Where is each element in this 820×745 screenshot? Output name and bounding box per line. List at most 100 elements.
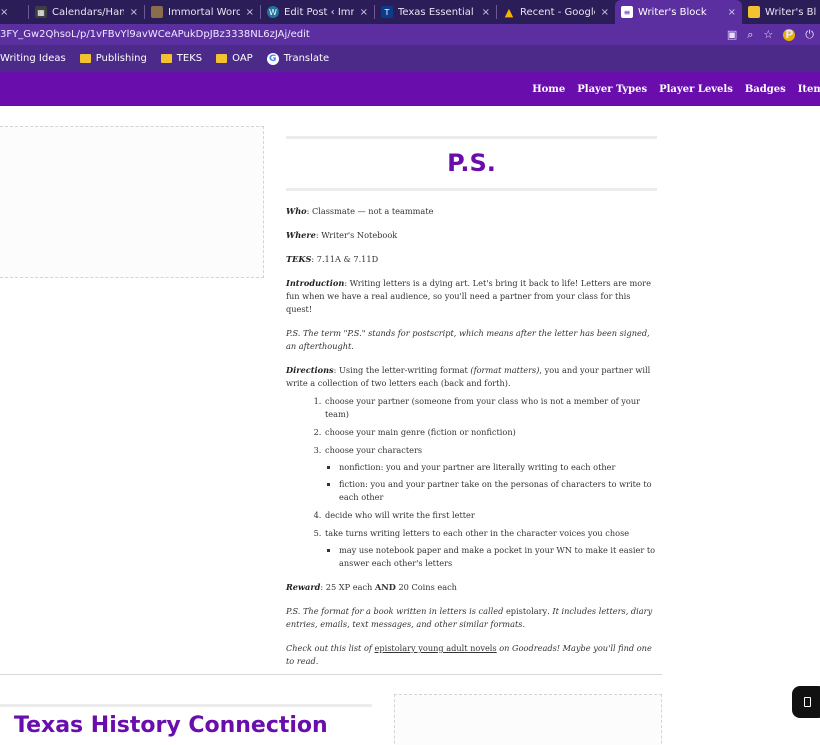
- who-line: Who: Classmate — not a teammate: [286, 205, 657, 218]
- introduction-label: Introduction: [286, 278, 345, 288]
- site-favicon-icon: [151, 6, 163, 18]
- list-item: choose your main genre (fiction or nonfi…: [324, 426, 657, 439]
- postscript-note: P.S. The term "P.S." stands for postscri…: [286, 328, 650, 351]
- tab-title: Recent - Google Dri: [520, 6, 595, 18]
- teks-line: TEKS: 7.11A & 7.11D: [286, 253, 657, 266]
- folder-icon: [79, 54, 91, 63]
- browser-tab[interactable]: T Texas Essential Know ×: [375, 0, 496, 24]
- where-value: : Writer's Notebook: [315, 230, 398, 240]
- zoom-icon[interactable]: ⌕: [747, 28, 753, 42]
- reward-text: 20 Coins each: [395, 582, 457, 592]
- tab-title: Immortal Words of: [168, 6, 240, 18]
- close-icon[interactable]: ×: [246, 7, 254, 18]
- close-icon[interactable]: ×: [601, 7, 609, 18]
- teks-label: TEKS: [286, 254, 312, 264]
- directions-text: : Using the letter-writing format: [333, 365, 471, 375]
- bookmark-translate[interactable]: G Translate: [266, 52, 330, 65]
- address-bar-actions: ▣ ⌕ ☆ P ⏻: [727, 28, 820, 42]
- step-text: choose your main genre (fiction or nonfi…: [325, 427, 516, 437]
- url-field[interactable]: 3FY_Gw2QhsoL/p/1vFBvYl9avWCeAPukDpJBz333…: [0, 29, 727, 40]
- power-icon[interactable]: ⏻: [805, 28, 814, 42]
- google-drive-icon: ▲: [504, 5, 514, 19]
- close-icon[interactable]: ×: [728, 7, 736, 18]
- list-item: fiction: you and your partner take on th…: [339, 478, 657, 504]
- star-icon[interactable]: ☆: [763, 28, 773, 41]
- embed-placeholder: [394, 694, 662, 745]
- bookmark-label: Translate: [283, 53, 330, 64]
- section-divider: [0, 674, 662, 675]
- translate-icon[interactable]: ▣: [727, 28, 737, 41]
- bookmark-teks[interactable]: TEKS: [160, 53, 203, 64]
- divider: [286, 188, 657, 191]
- sub-list: may use notebook paper and make a pocket…: [325, 544, 657, 570]
- nav-player-levels[interactable]: Player Levels: [659, 84, 733, 95]
- format-text: P.S. The format for a book written in le…: [286, 606, 506, 616]
- pinterest-icon[interactable]: P: [783, 28, 796, 41]
- bookmark-label: TEKS: [176, 53, 203, 64]
- browser-tab-active[interactable]: ≡ Writer's Block ×: [615, 0, 742, 24]
- tab-title: Texas Essential Know: [398, 6, 476, 18]
- bookmarks-bar: Writing Ideas Publishing TEKS OAP G Tran…: [0, 45, 820, 72]
- page-info-button[interactable]: [792, 686, 820, 718]
- step-text: choose your characters: [325, 445, 423, 455]
- site-nav: Home Player Types Player Levels Badges I…: [532, 84, 820, 95]
- google-slides-icon: [748, 6, 760, 18]
- browser-tab[interactable]: ▦ Calendars/Handboo ×: [29, 0, 144, 24]
- folder-icon: [216, 54, 228, 63]
- reading-suggestion: Check out this list of epistolary young …: [286, 642, 657, 668]
- list-item: take turns writing letters to each other…: [324, 527, 657, 570]
- browser-tab[interactable]: Immortal Words of ×: [145, 0, 260, 24]
- directions-label: Directions: [286, 365, 334, 375]
- bookmark-label: OAP: [232, 53, 253, 64]
- browser-tab[interactable]: Writer's Block: [742, 0, 820, 24]
- list-item: may use notebook paper and make a pocket…: [339, 544, 657, 570]
- browser-tab[interactable]: W Edit Post ‹ Immortal ×: [261, 0, 374, 24]
- browser-tab-strip: × ▦ Calendars/Handboo × Immortal Words o…: [0, 0, 820, 24]
- bookmark-label: Writing Ideas: [0, 53, 66, 64]
- close-icon[interactable]: ×: [0, 7, 8, 18]
- where-label: Where: [286, 230, 316, 240]
- browser-tab[interactable]: ▲ Recent - Google Dri ×: [497, 0, 615, 24]
- google-sites-icon: ≡: [621, 6, 633, 18]
- bookmark-label: Publishing: [95, 53, 147, 64]
- bookmark-publishing[interactable]: Publishing: [79, 53, 147, 64]
- tab-title: Writer's Block: [638, 6, 707, 18]
- where-line: Where: Writer's Notebook: [286, 229, 657, 242]
- nav-items[interactable]: Item: [798, 84, 820, 95]
- tea-icon: T: [381, 6, 393, 18]
- quest-content: P.S. Who: Classmate — not a teammate Whe…: [286, 136, 657, 668]
- step-text: choose your partner (someone from your c…: [325, 396, 641, 419]
- reward-line: Reward: 25 XP each AND 20 Coins each: [286, 581, 657, 594]
- introduction-paragraph: Introduction: Writing letters is a dying…: [286, 277, 657, 316]
- list-item: choose your characters nonfiction: you a…: [324, 444, 657, 504]
- nav-home[interactable]: Home: [532, 84, 565, 95]
- list-item: nonfiction: you and your partner are lit…: [339, 461, 657, 474]
- list-item: choose your partner (someone from your c…: [324, 395, 657, 421]
- nav-badges[interactable]: Badges: [745, 84, 786, 95]
- bookmark-writing-ideas[interactable]: Writing Ideas: [0, 53, 66, 64]
- close-icon[interactable]: ×: [130, 7, 138, 18]
- tab-title: Writer's Block: [765, 6, 816, 18]
- reward-and: AND: [374, 582, 396, 592]
- folder-icon: [160, 54, 172, 63]
- who-label: Who: [286, 206, 307, 216]
- nav-player-types[interactable]: Player Types: [577, 84, 647, 95]
- steps-list: choose your partner (someone from your c…: [286, 395, 657, 570]
- info-icon: [804, 697, 811, 707]
- embed-placeholder: [0, 126, 264, 278]
- browser-tab[interactable]: ×: [0, 0, 28, 24]
- wordpress-icon: W: [267, 6, 279, 18]
- close-icon[interactable]: ×: [482, 7, 490, 18]
- quest-body: Who: Classmate — not a teammate Where: W…: [286, 205, 657, 668]
- goodreads-link[interactable]: epistolary young adult novels: [375, 643, 497, 653]
- step-text: decide who will write the first letter: [325, 510, 475, 520]
- format-term: epistolary: [505, 606, 548, 616]
- step-text: take turns writing letters to each other…: [325, 528, 630, 538]
- close-icon[interactable]: ×: [360, 7, 368, 18]
- site-header: Home Player Types Player Levels Badges I…: [0, 72, 820, 106]
- bookmark-oap[interactable]: OAP: [216, 53, 253, 64]
- directions-emphasis: (format matters): [470, 365, 540, 375]
- list-item: decide who will write the first letter: [324, 509, 657, 522]
- teks-value: : 7.11A & 7.11D: [311, 254, 379, 264]
- format-note: P.S. The format for a book written in le…: [286, 605, 657, 631]
